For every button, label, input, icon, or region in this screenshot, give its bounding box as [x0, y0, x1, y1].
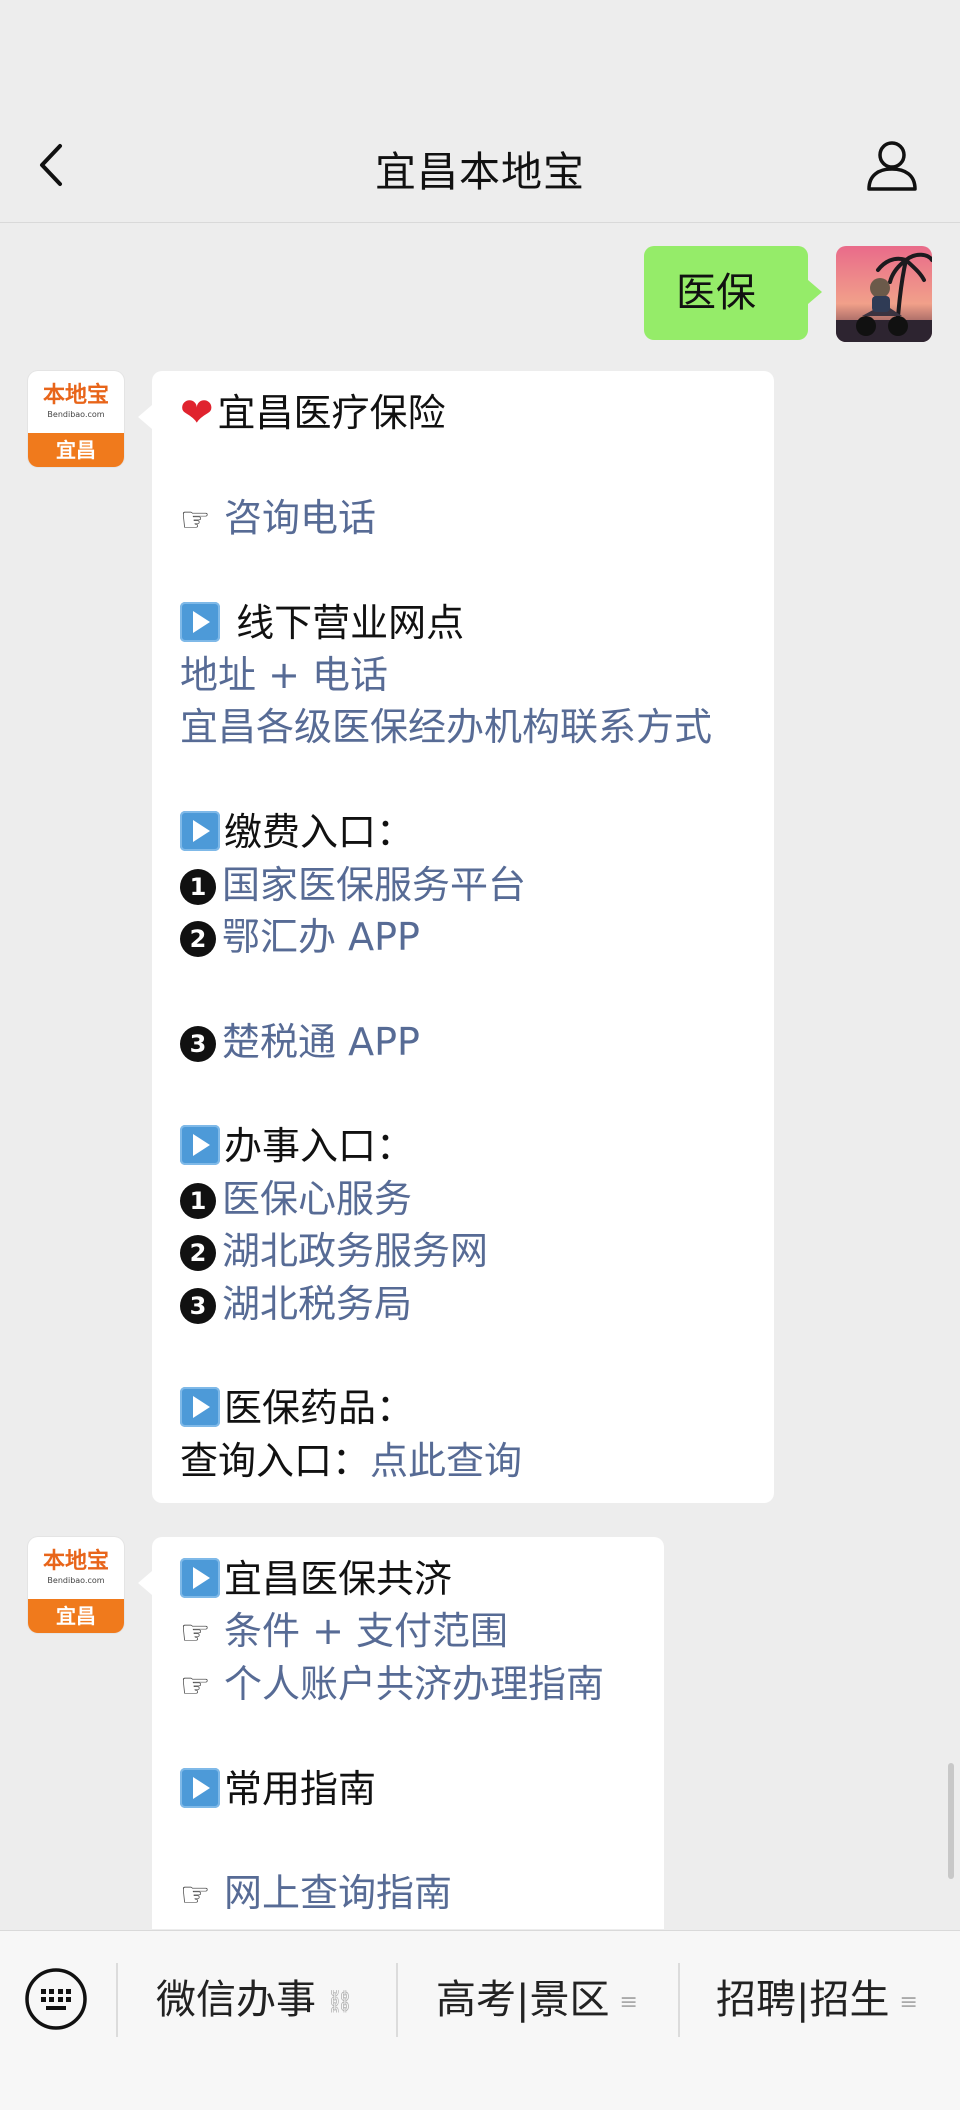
- menu-item-gaokao-scenic[interactable]: 高考|景区 ≡: [436, 1965, 638, 2035]
- logo-city: 宜昌: [28, 433, 124, 467]
- consult-phone-link[interactable]: 咨询电话: [224, 496, 376, 540]
- number-1-icon: 1: [180, 1182, 216, 1219]
- number-3-icon: 3: [180, 1287, 216, 1324]
- pay-link-ehuiban[interactable]: 鄂汇办 APP: [222, 915, 420, 959]
- account-gongji-guide-link[interactable]: 个人账户共济办理指南: [224, 1662, 604, 1706]
- pay-title: 缴费入口：: [224, 810, 415, 855]
- drugs-title: 医保药品：: [224, 1386, 415, 1431]
- offline-title: 线下营业网点: [224, 600, 465, 645]
- scrollbar[interactable]: [948, 1763, 954, 1879]
- number-1-icon: 1: [180, 868, 216, 905]
- logo-city: 宜昌: [28, 1599, 124, 1633]
- menu-label: 微信办事: [156, 1977, 316, 2023]
- outgoing-bubble[interactable]: 医保: [644, 246, 822, 340]
- number-2-icon: 2: [180, 920, 216, 957]
- menu-item-wechat-affairs[interactable]: 微信办事 ⛓: [156, 1965, 354, 2035]
- msg-heading: 宜昌医疗保险: [217, 391, 446, 435]
- logo-text: 本地宝: [42, 1549, 109, 1574]
- query-label: 查询入口：: [180, 1438, 371, 1483]
- guide-title: 常用指南: [224, 1766, 377, 1811]
- play-button-icon: [180, 811, 220, 852]
- logo-subtext: Bendibao.com: [47, 1576, 105, 1585]
- gongji-title: 宜昌医保共济: [224, 1557, 453, 1601]
- menu-label: 招聘|招生: [716, 1977, 890, 2023]
- agency-contacts-link[interactable]: 宜昌各级医保经办机构联系方式: [180, 705, 712, 749]
- affairs-link-hubei-gov[interactable]: 湖北政务服务网: [222, 1229, 488, 1273]
- play-button-icon: [180, 1387, 220, 1428]
- profile-icon[interactable]: [864, 137, 920, 193]
- incoming-message-2: 宜昌医保共济 ☞ 条件 + 支付范围 ☞ 个人账户共济办理指南 常用指南 ☞ 网上查询…: [138, 1537, 664, 1929]
- msg-heading-line: ❤ 宜昌医疗保险: [180, 387, 744, 439]
- heart-icon: ❤: [180, 390, 214, 436]
- affairs-link-hubei-tax[interactable]: 湖北税务局: [222, 1282, 412, 1326]
- play-button-icon: [180, 1767, 220, 1808]
- affairs-title: 办事入口：: [224, 1124, 415, 1169]
- chat-area[interactable]: 医保 本地宝 Bendibao.com 宜昌 ❤ 宜昌医疗保险 ☞ 咨询电话 线…: [0, 223, 960, 1929]
- pointing-hand-icon: ☞: [180, 1875, 211, 1916]
- query-link[interactable]: 点此查询: [370, 1439, 522, 1483]
- user-avatar[interactable]: [836, 246, 932, 342]
- menu-separator: [396, 1963, 398, 2037]
- outgoing-message: 医保: [0, 246, 960, 346]
- pay-link-national-platform[interactable]: 国家医保服务平台: [222, 863, 526, 907]
- chat-title: 宜昌本地宝: [375, 148, 585, 196]
- logo-text: 本地宝: [42, 383, 109, 408]
- pointing-hand-icon: ☞: [180, 1665, 211, 1706]
- menu-label: 高考|景区: [436, 1977, 610, 2023]
- number-3-icon: 3: [180, 1025, 216, 1062]
- conditions-scope-link[interactable]: 条件 + 支付范围: [224, 1609, 508, 1653]
- submenu-lines-icon: ≡: [899, 1990, 918, 2015]
- keyboard-icon[interactable]: [24, 1967, 88, 2031]
- menu-separator: [678, 1963, 680, 2037]
- play-button-icon: [180, 1125, 220, 1166]
- online-query-guide-link[interactable]: 网上查询指南: [224, 1871, 452, 1915]
- chat-header: 宜昌本地宝: [0, 0, 960, 223]
- official-account-avatar[interactable]: 本地宝 Bendibao.com 宜昌: [28, 1537, 124, 1633]
- link-icon: ⛓: [326, 1990, 354, 2015]
- logo-subtext: Bendibao.com: [47, 410, 105, 419]
- menu-separator: [116, 1963, 118, 2037]
- incoming-message-1: ❤ 宜昌医疗保险 ☞ 咨询电话 线下营业网点 地址 + 电话 宜昌各级医保经办机构联…: [138, 371, 774, 1504]
- pay-link-chushuitong[interactable]: 楚税通 APP: [222, 1020, 420, 1064]
- play-button-icon: [180, 601, 220, 642]
- bottom-menu-bar: 微信办事 ⛓ 高考|景区 ≡ 招聘|招生 ≡: [0, 1930, 960, 2110]
- official-account-avatar[interactable]: 本地宝 Bendibao.com 宜昌: [28, 371, 124, 467]
- play-button-icon: [180, 1558, 220, 1598]
- menu-item-jobs-admissions[interactable]: 招聘|招生 ≡: [716, 1965, 918, 2035]
- address-phone-link[interactable]: 地址 + 电话: [180, 653, 388, 697]
- submenu-lines-icon: ≡: [619, 1990, 638, 2015]
- pointing-hand-icon: ☞: [180, 1613, 211, 1654]
- number-2-icon: 2: [180, 1235, 216, 1272]
- affairs-link-yibaoxin[interactable]: 医保心服务: [222, 1177, 412, 1221]
- pointing-hand-icon: ☞: [180, 499, 211, 540]
